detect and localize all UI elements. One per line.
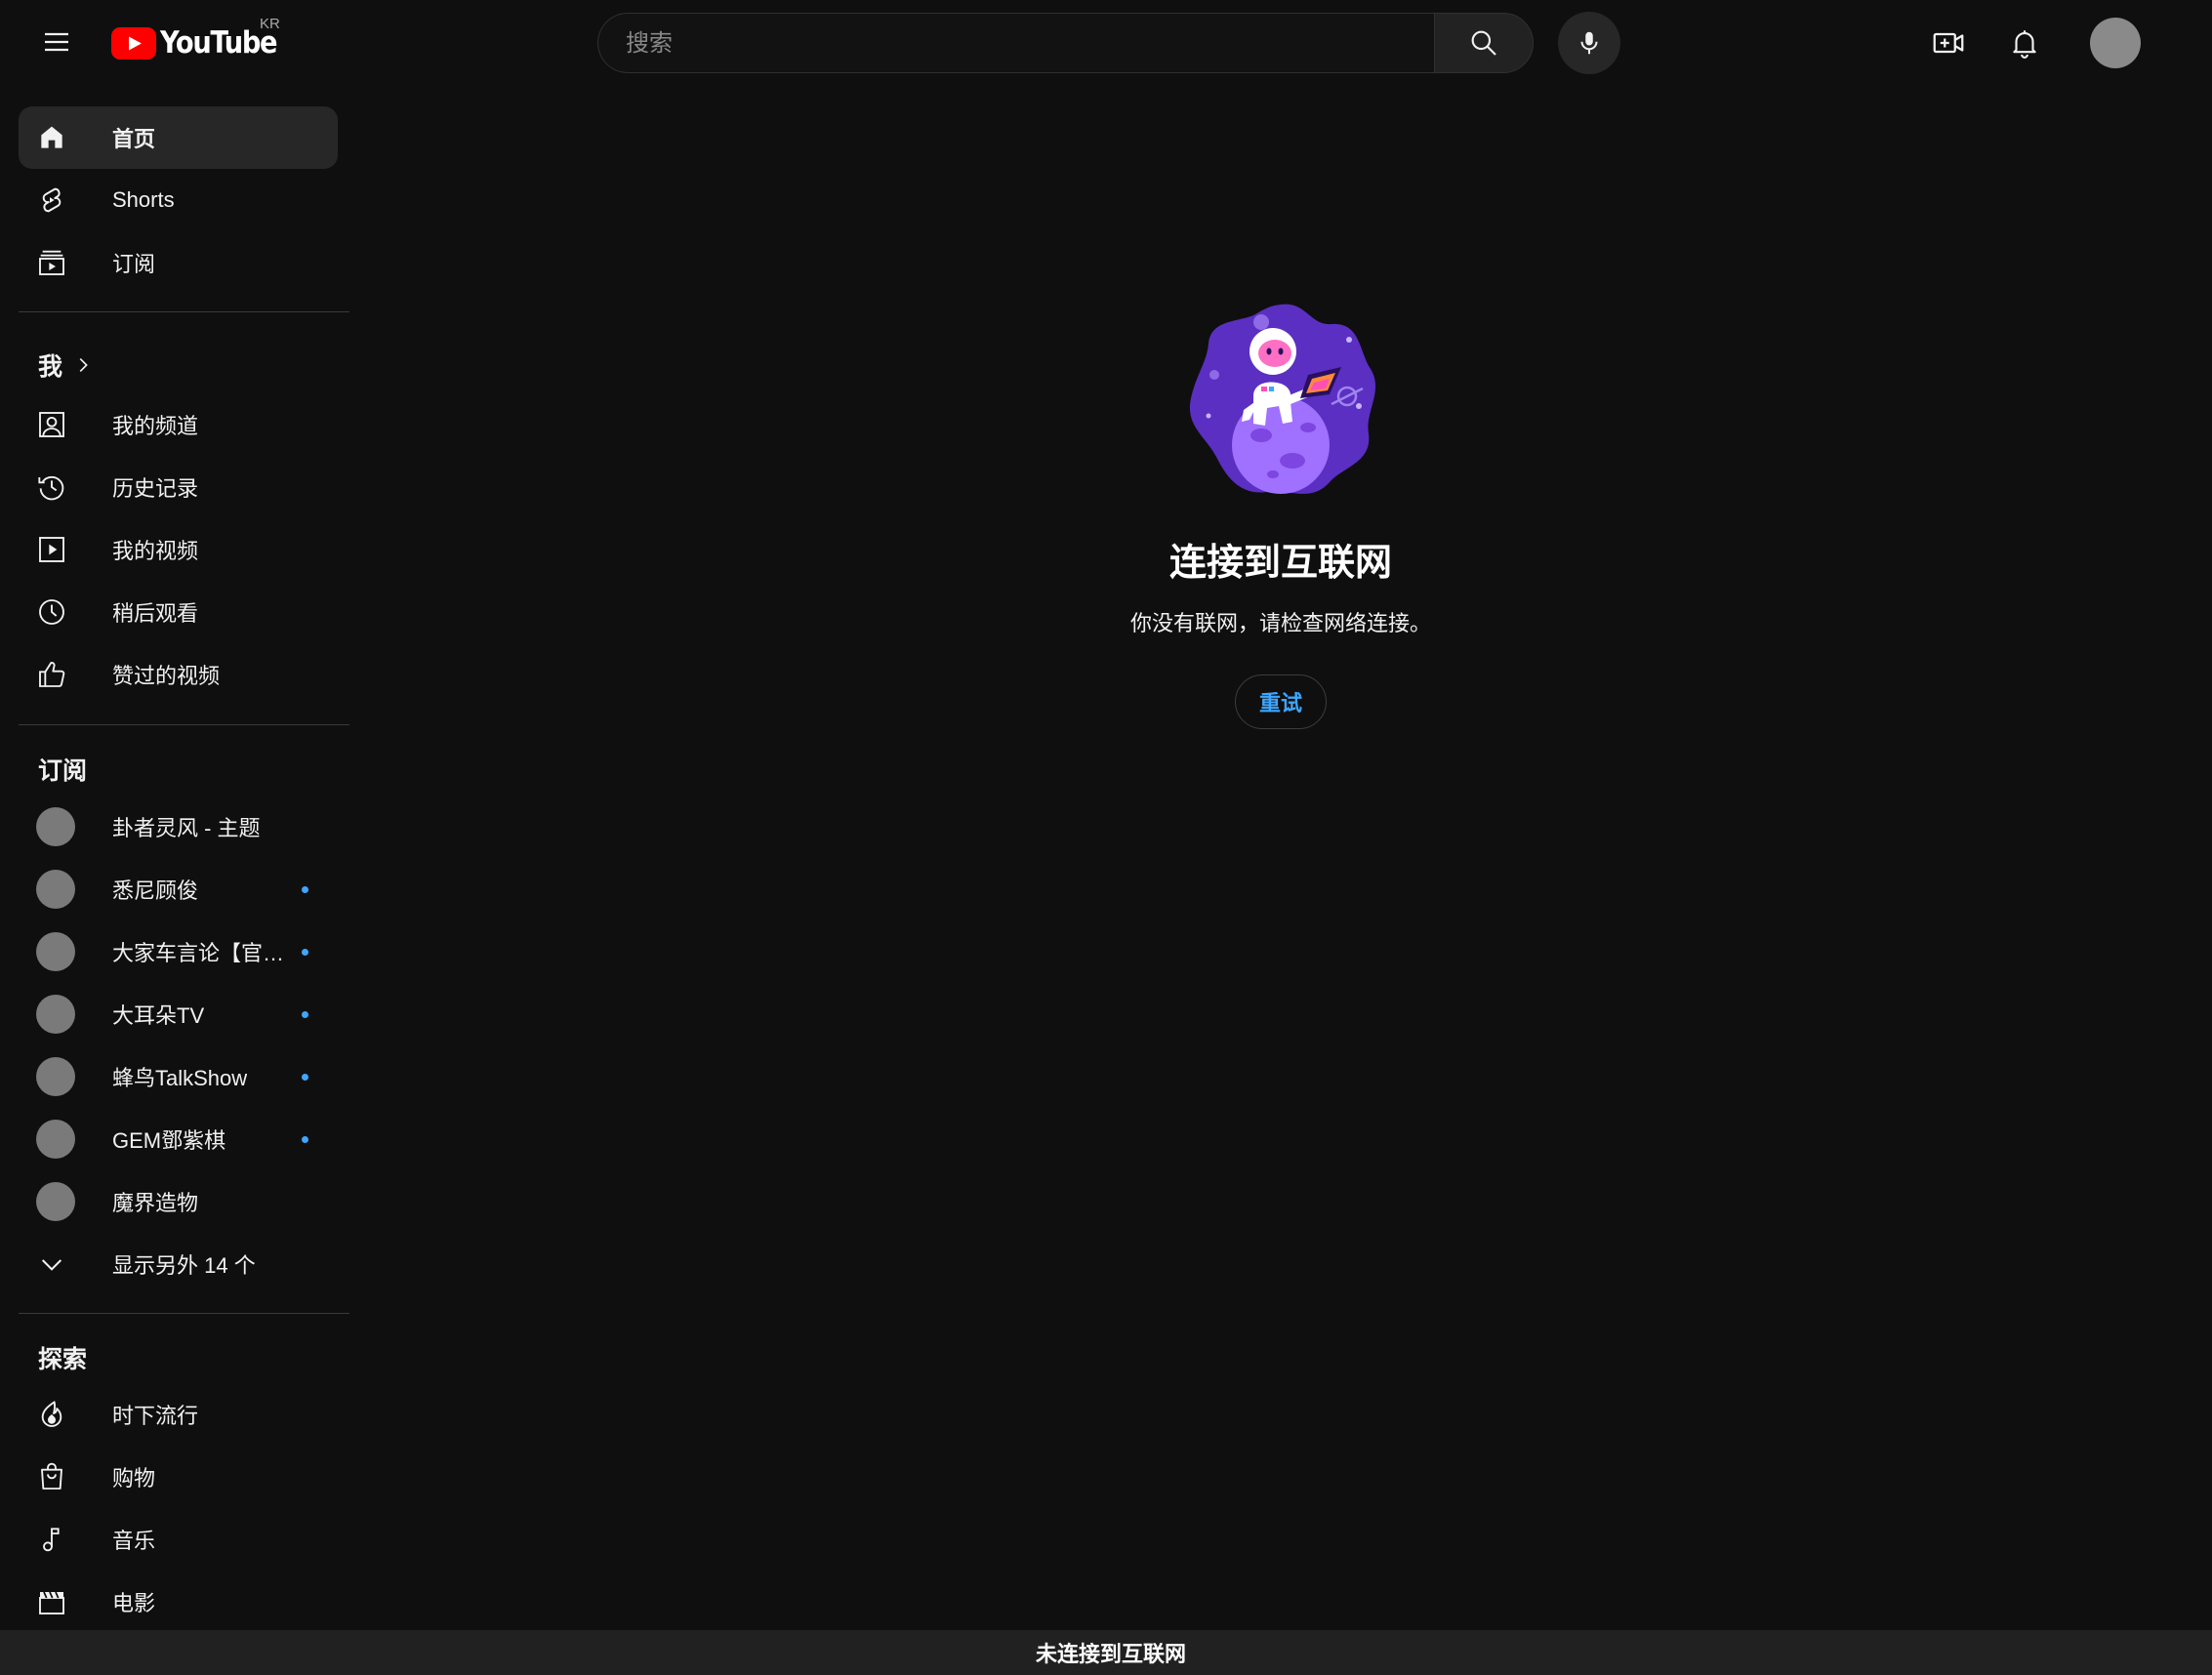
offline-title: 连接到互联网 <box>1168 543 1392 584</box>
sidebar-item-label: 赞过的视频 <box>112 664 221 688</box>
new-content-dot <box>302 886 308 893</box>
show-more-subscriptions-button[interactable]: 显示另外 14 个 <box>19 1233 338 1295</box>
sidebar-item-label: 我的频道 <box>112 414 199 438</box>
sidebar-item-label: 订阅 <box>112 252 156 276</box>
your-videos-icon <box>39 537 64 562</box>
youtube-play-icon <box>111 26 156 60</box>
sidebar-item-watch-later[interactable]: 稍后观看 <box>19 581 338 643</box>
search-icon <box>1471 30 1496 56</box>
music-note-icon <box>43 1528 60 1552</box>
sidebar-item-shorts[interactable]: Shorts <box>19 169 338 231</box>
channel-name: 蜂鸟TalkShow <box>112 1066 248 1090</box>
shopping-bag-icon <box>41 1462 62 1490</box>
channel-avatar <box>36 1182 75 1221</box>
sidebar-item-liked-videos[interactable]: 赞过的视频 <box>19 643 338 706</box>
subscription-channel[interactable]: GEM鄧紫棋 <box>19 1108 338 1170</box>
subscription-channel[interactable]: 悉尼顾俊 <box>19 858 338 920</box>
new-content-dot <box>302 1011 308 1018</box>
search-input[interactable] <box>624 14 1409 74</box>
sidebar-item-history[interactable]: 历史记录 <box>19 456 338 518</box>
subscription-channel[interactable]: 蜂鸟TalkShow <box>19 1045 338 1108</box>
notifications-button[interactable] <box>1997 16 2052 70</box>
sidebar-item-music[interactable]: 音乐 <box>19 1508 338 1571</box>
sidebar-item-label: 首页 <box>112 127 156 151</box>
sidebar-item-label: 购物 <box>112 1466 156 1491</box>
offline-status-text: 未连接到互联网 <box>1035 1642 1186 1666</box>
youtube-home-logo[interactable]: YouTube KR <box>111 16 293 68</box>
sidebar-item-label: 稍后观看 <box>112 601 199 626</box>
sidebar-item-trending[interactable]: 时下流行 <box>19 1383 338 1446</box>
subscription-channel[interactable]: 魔界造物 <box>19 1170 338 1233</box>
channel-name: 悉尼顾俊 <box>112 878 199 903</box>
history-icon <box>38 475 64 501</box>
your-channel-icon <box>39 412 64 437</box>
create-button[interactable] <box>1921 16 1976 70</box>
sidebar-item-label: 历史记录 <box>112 476 199 501</box>
channel-avatar <box>36 1057 75 1096</box>
sidebar-divider <box>19 311 349 312</box>
offline-subtitle: 你没有联网，请检查网络连接。 <box>1129 611 1431 635</box>
retry-button[interactable]: 重试 <box>1235 674 1327 729</box>
clock-icon <box>39 599 64 625</box>
subscription-channel[interactable]: 卦者灵风 - 主题 <box>19 796 338 858</box>
trending-flame-icon <box>41 1401 62 1427</box>
sidebar-item-label: 电影 <box>112 1591 156 1615</box>
sidebar-item-subscriptions[interactable]: 订阅 <box>19 231 338 294</box>
astronaut-illustration <box>1189 304 1376 494</box>
bell-icon <box>2013 30 2036 59</box>
subscriptions-icon <box>39 250 64 275</box>
country-code: KR <box>260 16 280 32</box>
offline-status-bar: 未连接到互联网 <box>0 1630 2212 1675</box>
subscriptions-heading: 订阅 <box>38 757 88 785</box>
sidebar-item-label: 音乐 <box>112 1529 156 1553</box>
sidebar-item-label: Shorts <box>112 187 175 212</box>
chevron-right-icon <box>79 357 88 373</box>
explore-heading: 探索 <box>38 1346 88 1373</box>
chevron-down-icon <box>41 1259 62 1271</box>
home-icon <box>41 126 62 148</box>
channel-avatar <box>36 932 75 971</box>
show-more-label: 显示另外 14 个 <box>112 1253 256 1278</box>
channel-avatar <box>36 1120 75 1159</box>
channel-avatar <box>36 995 75 1034</box>
you-heading-label: 我 <box>38 353 63 381</box>
guide-sidebar: 首页 Shorts 订阅 我 我的频道 历史记录 我的视频 稍后观看 赞过的视频… <box>0 88 349 1630</box>
video-camera-add-icon <box>1933 32 1964 54</box>
masthead: YouTube KR <box>0 0 2212 88</box>
channel-name: 大家车言论【官方频道】 <box>112 941 292 965</box>
search-box <box>597 13 1435 74</box>
new-content-dot <box>302 949 308 956</box>
voice-search-button[interactable] <box>1558 12 1620 74</box>
shorts-icon <box>42 187 61 213</box>
channel-name: 卦者灵风 - 主题 <box>112 816 261 840</box>
sidebar-item-shopping[interactable]: 购物 <box>19 1446 338 1508</box>
channel-avatar <box>36 870 75 909</box>
new-content-dot <box>302 1074 308 1081</box>
sidebar-item-label: 我的视频 <box>112 539 199 563</box>
subscription-channel[interactable]: 大耳朵TV <box>19 983 338 1045</box>
sidebar-item-label: 时下流行 <box>112 1404 199 1428</box>
guide-menu-button[interactable] <box>29 15 84 69</box>
sidebar-item-your-channel[interactable]: 我的频道 <box>19 393 338 456</box>
you-section-heading[interactable]: 我 <box>38 347 94 383</box>
hamburger-menu-icon <box>45 32 68 52</box>
channel-name: GEM鄧紫棋 <box>112 1128 226 1153</box>
channel-name: 大耳朵TV <box>112 1003 205 1028</box>
account-avatar[interactable] <box>2090 18 2141 68</box>
sidebar-item-your-videos[interactable]: 我的视频 <box>19 518 338 581</box>
subscription-channel[interactable]: 大家车言论【官方频道】 <box>19 920 338 983</box>
thumbs-up-icon <box>39 662 65 687</box>
clapperboard-icon <box>39 1591 64 1614</box>
channel-name: 魔界造物 <box>112 1191 199 1215</box>
sidebar-item-movies[interactable]: 电影 <box>19 1571 338 1633</box>
new-content-dot <box>302 1136 308 1143</box>
sidebar-divider <box>19 724 349 725</box>
sidebar-item-home[interactable]: 首页 <box>19 106 338 169</box>
channel-avatar <box>36 807 75 846</box>
search-button[interactable] <box>1434 13 1534 73</box>
microphone-icon <box>1580 31 1598 55</box>
sidebar-divider <box>19 1313 349 1314</box>
